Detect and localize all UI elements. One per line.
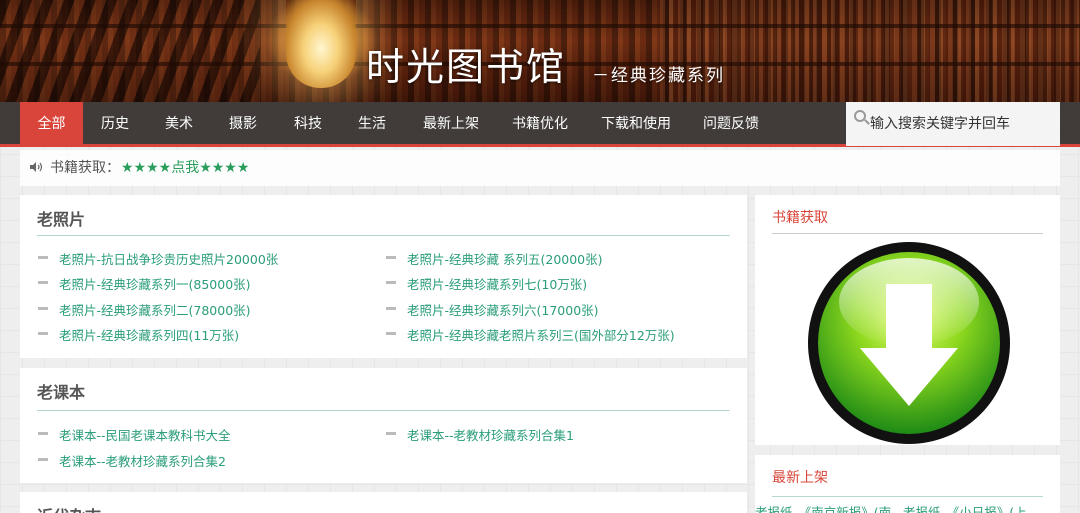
nav-item-photography[interactable]: 摄影: [215, 102, 271, 147]
search-icon: [854, 110, 866, 122]
list-bullet: [386, 281, 396, 284]
list-item[interactable]: 老课本--老教材珍藏系列合集2: [59, 451, 226, 470]
list-bullet: [386, 332, 396, 335]
section-title[interactable]: 老照片: [37, 206, 85, 230]
list-bullet: [38, 332, 48, 335]
list-bullet: [38, 458, 48, 461]
site-title[interactable]: 时光图书馆: [366, 36, 566, 91]
sidebar-title: 书籍获取: [772, 210, 828, 226]
list-item[interactable]: 老照片-经典珍藏系列四(11万张): [59, 325, 239, 344]
list-bullet: [386, 432, 396, 435]
list-bullet: [38, 256, 48, 259]
list-bullet: [386, 256, 396, 259]
nav-item-feedback[interactable]: 问题反馈: [694, 102, 768, 147]
header-banner: 时光图书馆 －经典珍藏系列: [0, 0, 1080, 102]
search-input[interactable]: [870, 108, 1056, 140]
site-subtitle: －经典珍藏系列: [592, 66, 725, 86]
speaker-icon: [30, 162, 43, 172]
list-item[interactable]: 老照片-经典珍藏系列二(78000张): [59, 300, 251, 319]
list-item[interactable]: 老照片-经典珍藏系列一(85000张): [59, 274, 251, 293]
notice-label: 书籍获取：: [50, 160, 120, 176]
nav-item-all[interactable]: 全部: [20, 102, 83, 147]
main-nav: 全部 历史 美术 摄影 科技 生活 最新上架 书籍优化 下载和使用 问题反馈: [0, 102, 1080, 147]
section-old-photos: 老照片 老照片-抗日战争珍贵历史照片20000张 老照片-经典珍藏系列一(850…: [20, 195, 747, 358]
search-box: [846, 102, 1060, 146]
sidebar-download-panel: 书籍获取: [755, 195, 1060, 445]
download-arrow-icon[interactable]: [806, 240, 1012, 446]
lamp-image: [286, 0, 356, 88]
section-divider: [37, 410, 730, 411]
notice-link[interactable]: ★★★★点我★★★★: [121, 150, 249, 186]
nav-item-art[interactable]: 美术: [151, 102, 207, 147]
list-item[interactable]: 老照片-经典珍藏系列六(17000张): [407, 300, 599, 319]
latest-item[interactable]: 老报纸–《南京新报》(南…: [755, 502, 904, 513]
section-divider: [772, 233, 1043, 234]
section-divider: [37, 235, 730, 236]
latest-item[interactable]: 老报纸–《小日报》(上…: [903, 502, 1039, 513]
list-bullet: [386, 307, 396, 310]
banner-bookshelf-right: [660, 0, 1080, 102]
list-bullet: [38, 432, 48, 435]
nav-item-technology[interactable]: 科技: [280, 102, 336, 147]
list-item[interactable]: 老照片-经典珍藏系列七(10万张): [407, 274, 587, 293]
section-modern-magazines: 近代杂志: [20, 492, 747, 513]
list-item[interactable]: 老课本--老教材珍藏系列合集1: [407, 425, 574, 444]
nav-item-download-usage[interactable]: 下载和使用: [592, 102, 680, 147]
list-bullet: [38, 281, 48, 284]
nav-item-book-optimization[interactable]: 书籍优化: [503, 102, 577, 147]
section-title[interactable]: 老课本: [37, 379, 85, 403]
list-item[interactable]: 老课本--民国老课本教科书大全: [59, 425, 231, 444]
sidebar-title: 最新上架: [772, 470, 828, 486]
banner-shelf-line: [0, 24, 1080, 28]
notice-bar: 书籍获取： ★★★★点我★★★★: [20, 150, 1060, 186]
banner-bookshelf-left: [0, 0, 260, 102]
list-item[interactable]: 老照片-经典珍藏老照片系列三(国外部分12万张): [407, 325, 675, 344]
section-old-textbooks: 老课本 老课本--民国老课本教科书大全 老课本--老教材珍藏系列合集2 老课本-…: [20, 368, 747, 483]
nav-item-new-arrivals[interactable]: 最新上架: [414, 102, 488, 147]
list-item[interactable]: 老照片-抗日战争珍贵历史照片20000张: [59, 249, 278, 268]
list-bullet: [38, 307, 48, 310]
section-divider: [772, 496, 1043, 497]
nav-item-life[interactable]: 生活: [344, 102, 400, 147]
section-title[interactable]: 近代杂志: [37, 503, 101, 513]
sidebar-latest-panel: 最新上架 老报纸–《南京新报》(南… 老报纸–《小日报》(上…: [755, 455, 1060, 513]
list-item[interactable]: 老照片-经典珍藏 系列五(20000张): [407, 249, 603, 268]
nav-item-history[interactable]: 历史: [87, 102, 143, 147]
